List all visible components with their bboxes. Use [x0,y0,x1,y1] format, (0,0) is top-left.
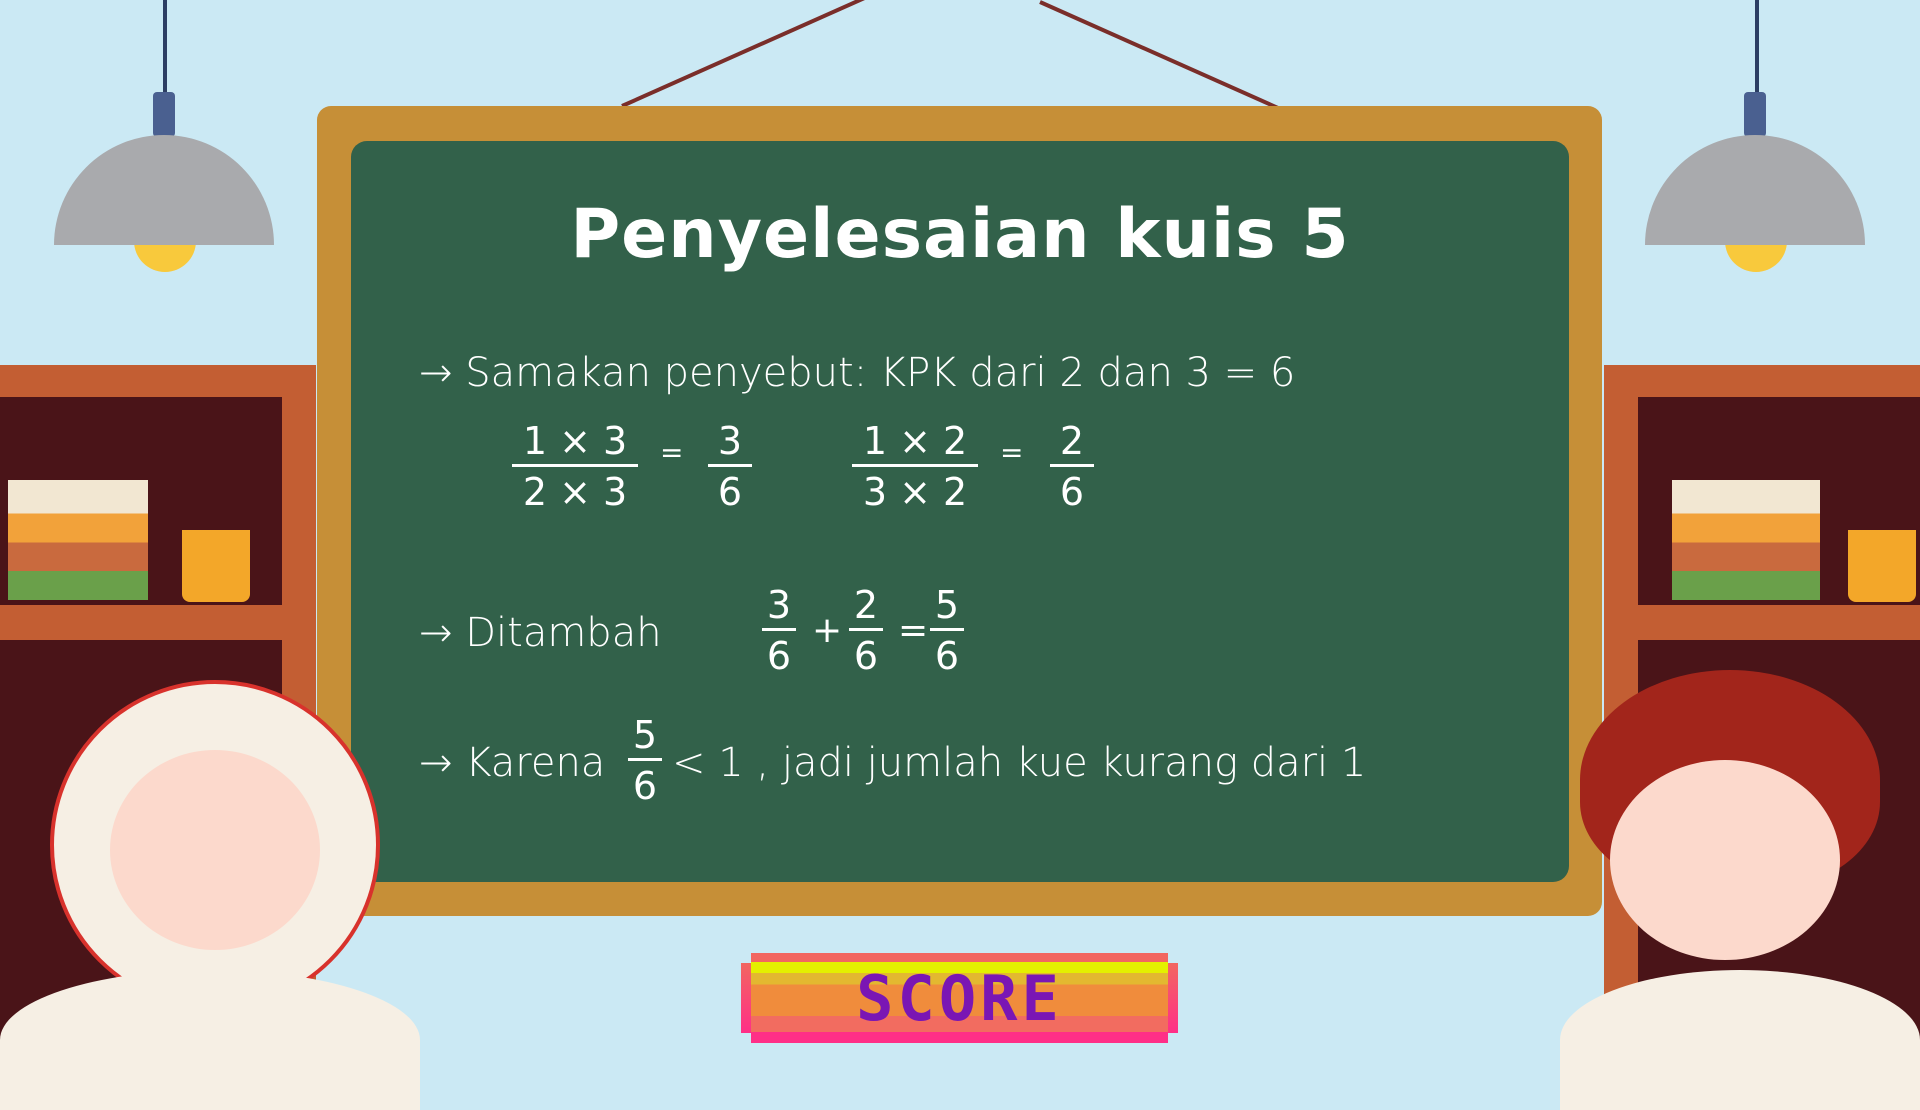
lamp-icon-left [54,92,274,282]
score-button-label: SCORE [856,961,1063,1035]
fraction-b-result: 26 [1050,418,1094,517]
score-button[interactable]: SCORE [741,953,1178,1043]
plus-sign: + [812,610,843,651]
sum-equals: = [898,610,929,651]
books-icon [8,480,148,600]
lamp-cord-left [163,0,167,100]
lamp-cord-right [1755,0,1759,100]
step-2-label: → Ditambah [419,610,662,656]
books-icon [1672,480,1820,600]
hanging-wire-left [621,0,888,108]
sum-fraction-b: 26 [849,582,883,681]
equals-a: = [660,436,684,469]
fraction-a-result: 36 [708,418,752,517]
step-3-fraction: 56 [628,712,662,811]
fraction-b: 1 × 23 × 2 [852,418,978,517]
hanging-wire-right [1039,0,1306,122]
pencil-cup-icon [1848,530,1916,602]
step-3-suffix: < 1 , jadi jumlah kue kurang dari 1 [672,740,1367,786]
pencil-cup-icon [182,530,250,602]
equals-b: = [1000,436,1024,469]
fraction-a: 1 × 32 × 3 [512,418,638,517]
girl-character-illustration [0,680,420,1110]
step-1-text: → Samakan penyebut: KPK dari 2 dan 3 = 6 [419,350,1296,396]
sum-result: 56 [930,582,964,681]
sum-fraction-a: 36 [762,582,796,681]
lamp-icon-right [1645,92,1865,282]
page-title: Penyelesaian kuis 5 [570,195,1350,274]
boy-character-illustration [1560,670,1920,1110]
step-3-prefix: → Karena [419,740,606,786]
